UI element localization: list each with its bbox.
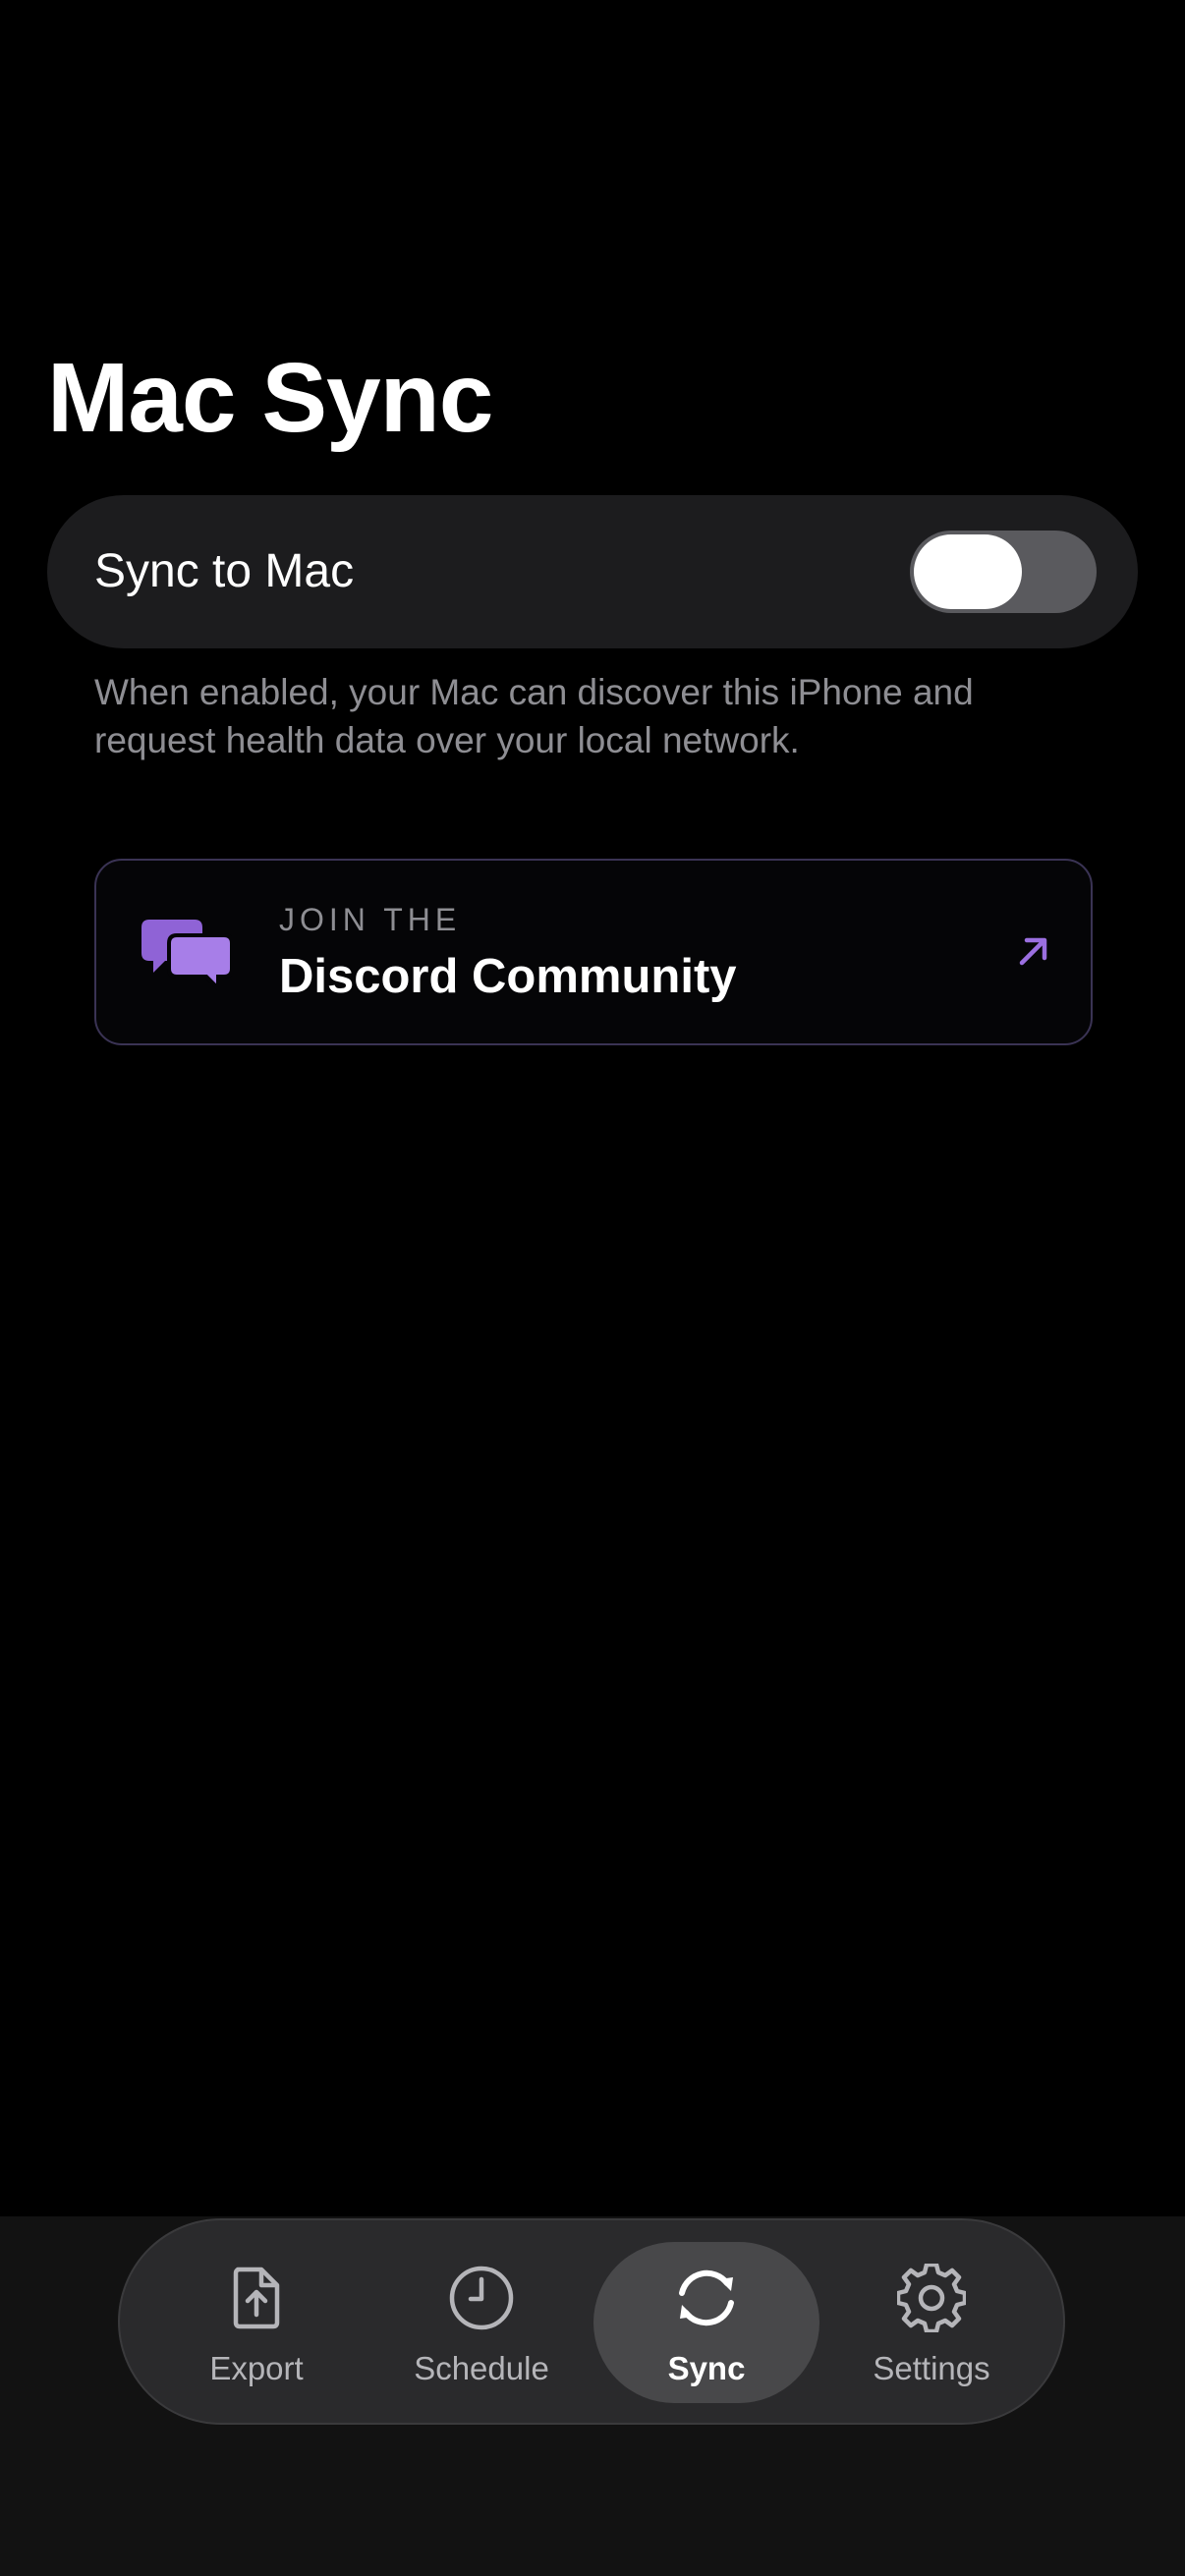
tab-bar: Export Schedule Sync Settings <box>118 2218 1065 2425</box>
arrow-up-right-icon <box>1019 937 1047 966</box>
sync-to-mac-toggle[interactable] <box>910 531 1097 613</box>
toggle-knob <box>914 534 1022 609</box>
discord-community-button[interactable]: JOIN THE Discord Community <box>94 859 1093 1045</box>
page-title: Mac Sync <box>47 343 493 453</box>
tab-label-export: Export <box>209 2350 304 2386</box>
clock-icon <box>449 2266 514 2330</box>
sync-arrows-icon <box>679 2269 734 2326</box>
discord-overline: JOIN THE <box>279 902 462 937</box>
sync-footnote: When enabled, your Mac can discover this… <box>94 672 974 760</box>
sync-to-mac-label: Sync to Mac <box>94 545 355 597</box>
tab-label-settings: Settings <box>873 2350 990 2386</box>
tab-schedule[interactable]: Schedule <box>368 2242 594 2403</box>
gear-icon <box>897 2264 966 2332</box>
sync-to-mac-row: Sync to Mac <box>47 495 1138 648</box>
tab-label-schedule: Schedule <box>414 2350 549 2386</box>
tab-export[interactable]: Export <box>143 2242 369 2403</box>
export-document-icon <box>233 2267 280 2329</box>
tab-settings[interactable]: Settings <box>818 2242 1044 2403</box>
discord-title: Discord Community <box>279 950 737 1003</box>
tab-sync[interactable]: Sync <box>593 2242 819 2403</box>
chat-bubbles-icon <box>141 920 232 990</box>
tab-label-sync: Sync <box>667 2350 746 2386</box>
